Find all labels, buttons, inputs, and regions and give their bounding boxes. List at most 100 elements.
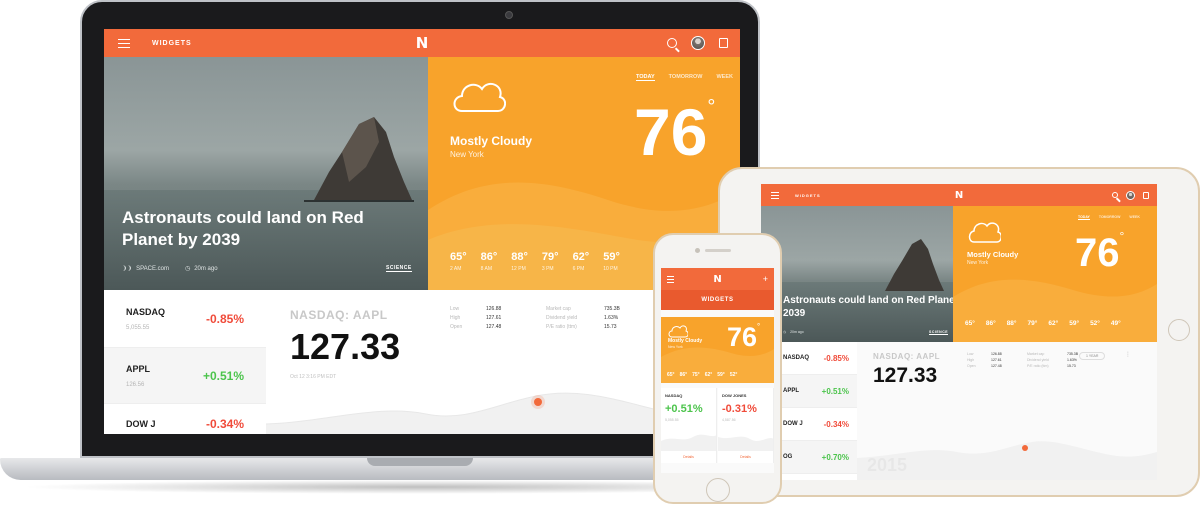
- details-button[interactable]: Details: [661, 455, 716, 459]
- stat-value: 126.88: [486, 306, 502, 312]
- card-chart: [718, 436, 773, 451]
- forecast-item: 75°: [692, 372, 700, 378]
- stock-detail: NASDAQ: AAPL 127.33 Low 126.88 Market cap…: [857, 342, 1157, 480]
- clock-icon: ◷: [184, 266, 191, 272]
- news-headline[interactable]: Astronauts could land on Red Planet by 2…: [122, 207, 392, 251]
- laptop-notch: [367, 458, 473, 466]
- forecast-item: 59°: [717, 372, 725, 378]
- forecast-item: 62° 6 PM: [573, 251, 590, 272]
- avatar[interactable]: [1126, 190, 1135, 200]
- add-icon[interactable]: +: [763, 274, 774, 284]
- menu-icon[interactable]: [771, 191, 779, 199]
- logo[interactable]: N: [416, 34, 429, 52]
- chart-marker[interactable]: [1022, 445, 1028, 451]
- stat-label: Low: [450, 306, 460, 312]
- forecast-temp: 88°: [511, 251, 528, 263]
- phone-speaker: [705, 249, 731, 252]
- current-temperature: 76°: [727, 322, 761, 352]
- weather-widget: 76° Mostly Cloudy New York 65° 86° 75° 62° 5…: [661, 317, 774, 383]
- stat-label: P/E ratio (ttm): [546, 324, 577, 330]
- top-bar: N +: [661, 268, 774, 290]
- forecast-time: 6 PM: [572, 266, 585, 272]
- stock-row[interactable]: DOW J -0.34%: [104, 404, 266, 434]
- phone-camera: [695, 248, 700, 253]
- logo[interactable]: N: [713, 274, 721, 285]
- stock-change: +0.70%: [821, 452, 849, 462]
- news-tag[interactable]: SCIENCE: [386, 265, 412, 272]
- card-title: DOW JONES: [722, 393, 747, 398]
- forecast-temp: 62°: [704, 372, 713, 378]
- stat-label: Market cap: [546, 306, 571, 312]
- forecast-item: 88° 12 PM: [511, 251, 528, 272]
- stock-change: -0.85%: [205, 311, 244, 326]
- news-tag[interactable]: SCIENCE: [929, 330, 949, 335]
- forecast-item: 62°: [705, 372, 713, 378]
- menu-icon[interactable]: [118, 38, 130, 48]
- laptop-camera: [505, 11, 513, 19]
- hero-rock-image: [885, 239, 944, 291]
- forecast-item: 49°: [1111, 320, 1121, 327]
- bookmark-icon[interactable]: [1143, 191, 1149, 199]
- search-icon[interactable]: [667, 38, 677, 48]
- stock-card[interactable]: NASDAQ +0.51% 5,055.55 Details: [661, 388, 717, 463]
- forecast-temp: 65°: [450, 251, 467, 263]
- stock-name: DOW J: [783, 421, 803, 427]
- stock-row[interactable]: NASDAQ 5,055.55 -0.85%: [104, 290, 266, 348]
- forecast-temp: 86°: [480, 251, 498, 263]
- page-title: WIDGETS: [152, 39, 192, 47]
- phone-home-button: [706, 478, 730, 502]
- stock-name: NASDAQ: [783, 355, 810, 361]
- news-headline[interactable]: Astronauts could land on Red Planet by 2…: [783, 294, 953, 320]
- weather-city: New York: [967, 260, 989, 266]
- forecast-time: 8 AM: [480, 266, 493, 272]
- details-button[interactable]: Details: [718, 455, 773, 459]
- stat-label: High: [967, 358, 975, 362]
- range-button[interactable]: 1 YEAR: [1079, 352, 1106, 360]
- forecast-temp: 75°: [692, 372, 700, 378]
- stat-value: 126.88: [991, 352, 1002, 356]
- news-card[interactable]: Astronauts could land on Red Planet by 2…: [761, 206, 953, 342]
- news-time: 20m ago: [790, 330, 804, 334]
- forecast-item: 52°: [730, 372, 738, 378]
- page-title: WIDGETS: [795, 192, 821, 198]
- card-change: -0.31%: [722, 403, 757, 415]
- avatar[interactable]: [691, 36, 705, 50]
- stock-change: -0.85%: [823, 353, 849, 363]
- forecast-temp: 86°: [985, 320, 996, 327]
- stock-change: +0.51%: [202, 368, 244, 383]
- detail-ticker: NASDAQ: AAPL: [290, 308, 388, 322]
- forecast-time: 10 PM: [603, 266, 618, 272]
- detail-price: 127.33: [873, 364, 938, 387]
- tab-today[interactable]: TODAY: [1078, 215, 1090, 220]
- clock-icon: ◷: [783, 330, 787, 334]
- tablet-home-button: [1168, 319, 1190, 341]
- more-icon[interactable]: ⋮: [1125, 351, 1131, 358]
- card-value: 4,587.56: [722, 418, 736, 422]
- tab-today[interactable]: TODAY: [636, 74, 655, 81]
- menu-icon[interactable]: [667, 275, 674, 283]
- stat-value: 127.48: [991, 364, 1002, 368]
- stock-card[interactable]: DOW JONES -0.31% 4,587.56 Details: [718, 388, 774, 463]
- card-chart: [661, 434, 716, 451]
- stock-value: 5,055.55: [126, 324, 150, 331]
- stock-name: APPL: [783, 388, 800, 394]
- tab-week[interactable]: WEEK: [1129, 215, 1140, 220]
- news-card[interactable]: Astronauts could land on Red Planet by 2…: [104, 57, 428, 290]
- stats-grid: Low 126.88 Market cap 735.3B High 127.61 Di…: [967, 352, 1087, 368]
- stock-list: NASDAQ 5,055.55 -0.85% APPL 126.56 +0.51…: [104, 290, 266, 434]
- stat-label: Market cap: [1027, 352, 1045, 356]
- logo[interactable]: N: [955, 190, 963, 201]
- tab-tomorrow[interactable]: TOMORROW: [1099, 215, 1121, 220]
- tab-tomorrow[interactable]: TOMORROW: [669, 74, 703, 81]
- search-icon[interactable]: [1112, 192, 1118, 198]
- bookmark-icon[interactable]: [719, 38, 728, 48]
- tab-week[interactable]: WEEK: [716, 74, 733, 81]
- forecast-temp: 65°: [667, 372, 675, 378]
- chart-marker[interactable]: [534, 398, 542, 406]
- stock-row[interactable]: APPL 126.56 +0.51%: [104, 348, 266, 404]
- forecast-temp: 88°: [1006, 320, 1017, 327]
- card-value: 5,055.55: [665, 418, 679, 422]
- forecast-temp: 79°: [541, 251, 559, 263]
- forecast-temp: 65°: [965, 320, 975, 327]
- stock-change: -0.34%: [823, 419, 849, 429]
